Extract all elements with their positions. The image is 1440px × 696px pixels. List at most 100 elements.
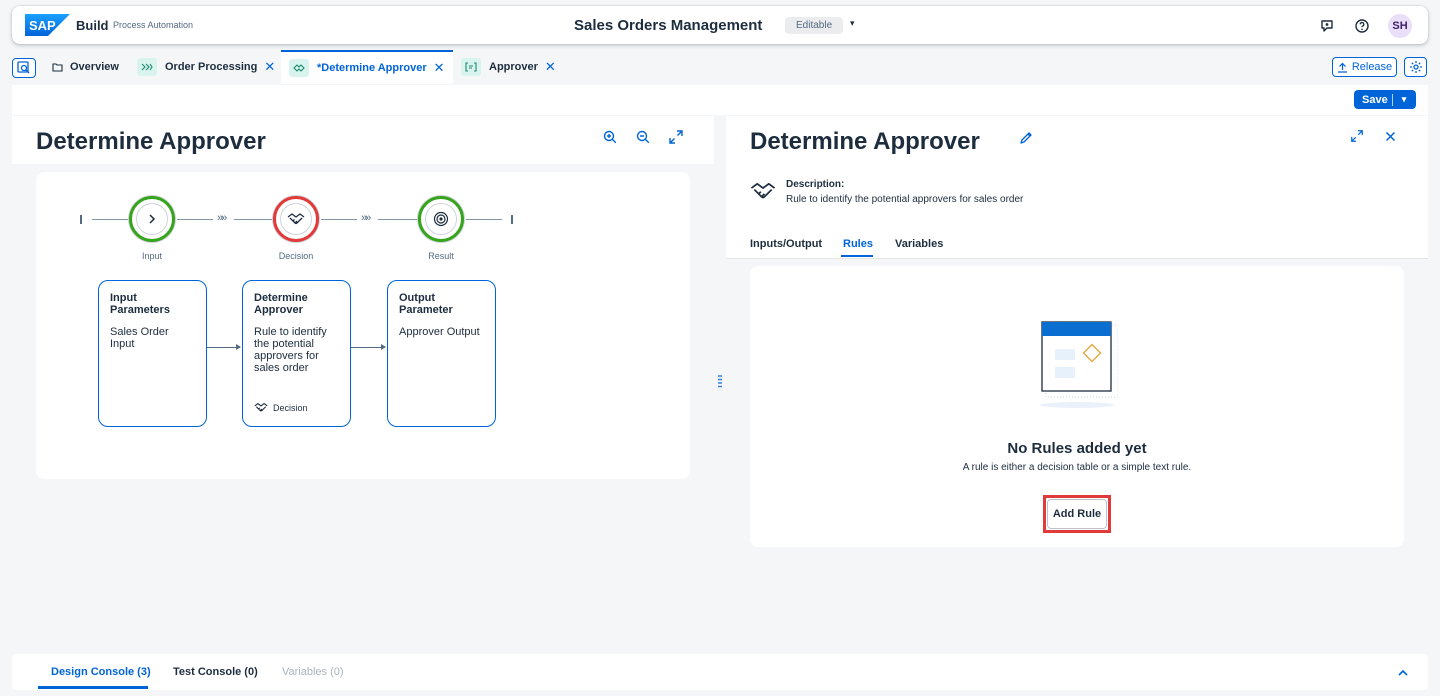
tab-order-processing[interactable]: Order Processing ✕: [137, 50, 275, 84]
close-icon[interactable]: [1385, 131, 1396, 142]
active-tab-indicator: [38, 686, 148, 689]
flow-node-label: Input: [141, 251, 163, 261]
close-icon[interactable]: ✕: [545, 59, 556, 75]
flow-canvas: »» »» Input Decision Result Input Parame…: [36, 172, 690, 479]
tab-label: Overview: [70, 61, 119, 73]
tab-approver[interactable]: Approver ✕: [461, 50, 556, 84]
flow-connector: [466, 219, 502, 220]
flow-start-marker: [80, 215, 82, 224]
chevron-up-icon[interactable]: [1396, 666, 1410, 680]
active-tab-indicator: [841, 255, 873, 257]
flow-connector: [321, 219, 357, 220]
description-label: Description:: [786, 179, 845, 190]
release-button[interactable]: Release: [1332, 57, 1397, 77]
flow-node-input[interactable]: [129, 196, 175, 242]
flow-node-decision[interactable]: [273, 196, 319, 242]
project-explorer-button[interactable]: [12, 58, 36, 78]
avatar[interactable]: SH: [1388, 14, 1412, 38]
tab-label: *Determine Approver: [317, 62, 427, 74]
form-icon: [461, 58, 481, 76]
flow-end-marker: [511, 215, 513, 224]
decision-icon: [289, 59, 309, 77]
zoom-out-icon[interactable]: [635, 129, 651, 145]
output-parameter-card[interactable]: Output Parameter Approver Output: [387, 280, 496, 427]
save-button[interactable]: Save ▾: [1354, 90, 1416, 109]
status-badge[interactable]: Editable: [785, 17, 844, 34]
upload-icon: [1337, 62, 1348, 73]
tab-determine-approver[interactable]: *Determine Approver ✕: [281, 50, 453, 84]
flow-node-result[interactable]: [418, 196, 464, 242]
zoom-in-icon[interactable]: [602, 129, 618, 145]
help-icon[interactable]: [1354, 18, 1370, 34]
sap-logo[interactable]: SAP: [25, 14, 70, 36]
editor-toolbar: Save ▾: [12, 85, 1428, 115]
settings-button[interactable]: [1404, 57, 1427, 77]
tab-inputs-output[interactable]: Inputs/Output: [750, 238, 822, 250]
card-title: Output Parameter: [399, 292, 453, 316]
tab-test-console[interactable]: Test Console (0): [173, 666, 258, 678]
card-body: Rule to identify the potential approvers…: [254, 326, 327, 374]
left-pane-header: Determine Approver: [12, 116, 714, 164]
save-dropdown-icon[interactable]: ▾: [1393, 94, 1415, 105]
card-body: Approver Output: [399, 326, 480, 338]
chevron-right-icon: [136, 203, 168, 235]
pane-resize-handle[interactable]: [718, 374, 722, 388]
handshake-icon: [280, 203, 312, 235]
shell-bar: SAP Build Process Automation Sales Order…: [12, 6, 1428, 44]
flow-node-label: Decision: [278, 251, 314, 261]
tab-variables[interactable]: Variables: [895, 238, 943, 250]
card-footer-label: Decision: [273, 402, 308, 413]
flow-connector: [378, 219, 419, 220]
flow-connector: [177, 219, 213, 220]
page-title: Sales Orders Management: [574, 17, 763, 34]
card-footer: Decision: [254, 402, 308, 413]
save-label: Save: [1362, 93, 1388, 106]
determine-approver-card[interactable]: Determine Approver Rule to identify the …: [242, 280, 351, 427]
flow-connector: [234, 219, 274, 220]
folder-icon: [52, 62, 63, 72]
feedback-icon[interactable]: [1319, 18, 1335, 34]
close-icon[interactable]: ✕: [434, 60, 445, 76]
svg-text:SAP: SAP: [29, 18, 56, 33]
card-body: Sales Order Input: [110, 326, 169, 350]
document-tab-bar: Overview Order Processing ✕ *Determine A…: [0, 50, 1440, 84]
flow-arrow: [207, 344, 241, 350]
empty-state-subtitle: A rule is either a decision table or a s…: [962, 462, 1192, 473]
empty-state-illustration: [1038, 319, 1118, 411]
gear-icon: [1409, 60, 1423, 74]
release-label: Release: [1351, 61, 1393, 73]
tab-design-console[interactable]: Design Console (3): [51, 666, 151, 678]
flow-node-label: Result: [428, 251, 454, 261]
details-title: Determine Approver: [750, 128, 980, 155]
console-bar: Design Console (3) Test Console (0) Vari…: [12, 654, 1428, 690]
tab-overview[interactable]: Overview: [52, 50, 119, 84]
close-icon[interactable]: ✕: [264, 59, 275, 75]
right-pane-header: Determine Approver Description: Rule to …: [726, 116, 1428, 259]
tab-label: Approver: [489, 61, 538, 73]
handshake-icon: [750, 180, 776, 204]
description-text: Rule to identify the potential approvers…: [786, 194, 1024, 205]
tab-label: Order Processing: [165, 61, 258, 73]
input-parameters-card[interactable]: Input Parameters Sales Order Input: [98, 280, 207, 427]
flow-arrow: [351, 344, 386, 350]
flow-connector: [92, 219, 130, 220]
edit-icon[interactable]: [1019, 131, 1033, 145]
brand-name: Build: [76, 18, 109, 33]
fit-to-screen-icon[interactable]: [668, 129, 684, 145]
rules-panel: No Rules added yet A rule is either a de…: [750, 266, 1404, 547]
empty-state-title: No Rules added yet: [1007, 440, 1147, 457]
brand-subtitle: Process Automation: [113, 20, 194, 30]
handshake-icon: [254, 402, 268, 413]
flow-arrow-icon: »»: [217, 212, 227, 224]
flow-arrow-icon: »»: [361, 212, 371, 224]
card-title: Input Parameters: [110, 292, 170, 316]
status-dropdown-icon[interactable]: ▾: [850, 18, 855, 29]
add-rule-button[interactable]: Add Rule: [1047, 499, 1107, 529]
tab-rules[interactable]: Rules: [843, 238, 873, 250]
card-title: Determine Approver: [254, 292, 308, 316]
target-icon: [425, 203, 457, 235]
fullscreen-icon[interactable]: [1350, 129, 1364, 143]
tab-console-variables: Variables (0): [282, 666, 344, 678]
diagram-title: Determine Approver: [36, 128, 266, 155]
process-icon: [137, 58, 157, 76]
